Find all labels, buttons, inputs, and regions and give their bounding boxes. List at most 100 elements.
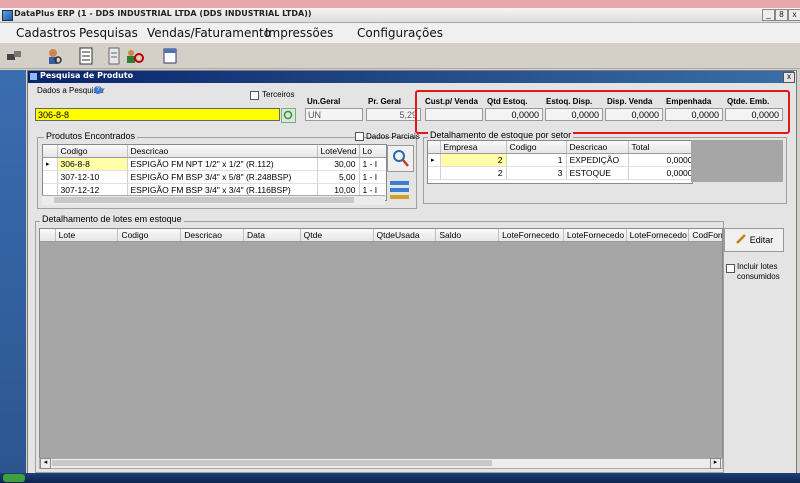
pr-geral-label: Pr. Geral [368, 97, 401, 106]
col-descricao[interactable]: Descricao [127, 145, 318, 158]
cell-lo[interactable]: 1 - I [359, 170, 386, 184]
dados-parciais-label: Dados Parciais [366, 132, 420, 141]
menu-cadastros[interactable]: Cadastros [16, 26, 76, 40]
search-go-icon[interactable] [281, 108, 296, 123]
minimize-button[interactable]: _ [762, 9, 775, 21]
cell-descricao[interactable]: ESTOQUE [566, 166, 629, 180]
person-search-icon[interactable] [44, 47, 64, 65]
close-app-button[interactable]: x [788, 9, 800, 21]
row-indicator [428, 166, 441, 180]
list-view-icon[interactable] [387, 178, 412, 203]
incluir-lotes-checkbox[interactable] [726, 264, 735, 273]
dialog-titlebar: Pesquisa de Produto [28, 71, 794, 83]
produtos-hscrollbar[interactable] [42, 195, 385, 205]
estoque-setor-grid[interactable]: Empresa Codigo Descricao Total ▸ 2 1 EXP… [427, 140, 693, 184]
cell-empresa[interactable]: 2 [440, 166, 507, 180]
table-row[interactable]: 307-12-10 ESPIGÃO FM BSP 3/4" x 5/8" (R.… [43, 170, 386, 184]
dialog-title: Pesquisa de Produto [40, 71, 134, 80]
hscroll-thumb[interactable] [54, 197, 354, 203]
scroll-left-button[interactable]: ◂ [40, 458, 51, 469]
un-geral-field: UN [305, 108, 363, 121]
estoque-setor-empty-area [691, 140, 783, 182]
hscroll-thumb[interactable] [52, 460, 492, 466]
row-indicator [43, 170, 58, 184]
cell-codigo[interactable]: 307-12-10 [57, 170, 128, 184]
col-lotefornecedor-2[interactable]: LoteFornecedo [563, 229, 627, 242]
document-list-icon[interactable] [76, 47, 96, 65]
row-indicator: ▸ [428, 153, 441, 167]
col-lo[interactable]: Lo [359, 145, 386, 158]
cell-lote[interactable]: 30,00 [317, 157, 360, 171]
col-qtdeusada[interactable]: QtdeUsada [373, 229, 437, 242]
pencil-icon [735, 233, 747, 248]
cell-empresa[interactable]: 2 [440, 153, 507, 167]
col-codfornecedor[interactable]: CodForne [688, 229, 722, 242]
grid-indicator-header [43, 145, 58, 158]
cell-codigo[interactable]: 306-8-8 [57, 157, 128, 171]
col-codigo[interactable]: Codigo [506, 141, 567, 154]
editar-label: Editar [749, 235, 774, 245]
col-lotefornecedor-1[interactable]: LoteFornecedo [498, 229, 564, 242]
dialog-icon [30, 73, 37, 80]
dialog-close-button[interactable]: x [783, 72, 795, 83]
col-total[interactable]: Total [628, 141, 692, 154]
produtos-title: Produtos Encontrados [44, 131, 138, 141]
col-lotefornecedor-3[interactable]: LoteFornecedo [626, 229, 690, 242]
cell-lo[interactable]: 1 - I [359, 157, 386, 171]
search-button[interactable] [387, 145, 414, 172]
scroll-right-button[interactable]: ▸ [710, 458, 721, 469]
start-button[interactable] [3, 474, 25, 482]
col-qtde[interactable]: Qtde [300, 229, 374, 242]
people-search-icon[interactable] [125, 47, 145, 65]
taskbar [0, 473, 800, 483]
highlight-outline [415, 90, 790, 134]
menu-vendas-faturamento[interactable]: Vendas/Faturamento [147, 26, 271, 40]
col-descricao[interactable]: Descricao [566, 141, 629, 154]
lotes-grid[interactable]: Lote Codigo Descricao Data Qtde QtdeUsad… [39, 228, 723, 461]
col-empresa[interactable]: Empresa [440, 141, 507, 154]
col-saldo[interactable]: Saldo [435, 229, 500, 242]
dados-parciais-checkbox[interactable] [355, 132, 364, 141]
desktop-background [0, 70, 26, 473]
cell-codigo[interactable]: 3 [506, 166, 567, 180]
help-icon[interactable]: ? [94, 86, 102, 94]
cell-descricao[interactable]: EXPEDIÇÃO [566, 153, 629, 167]
search-input[interactable]: 306-8-8 [35, 108, 280, 121]
col-lotevend[interactable]: LoteVend [317, 145, 360, 158]
un-geral-label: Un.Geral [307, 97, 341, 106]
cell-descricao[interactable]: ESPIGÃO FM BSP 3/4" x 5/8" (R.248BSP) [127, 170, 318, 184]
cell-codigo[interactable]: 1 [506, 153, 567, 167]
col-lote[interactable]: Lote [55, 229, 119, 242]
table-row[interactable]: ▸ 306-8-8 ESPIGÃO FM NPT 1/2" x 1/2" (R.… [43, 157, 386, 171]
app-titlebar: DataPlus ERP (1 - DDS INDUSTRIAL LTDA (D… [0, 8, 800, 23]
link-icon[interactable] [4, 47, 24, 65]
grid-indicator-header [40, 229, 56, 242]
produtos-grid[interactable]: Codigo Descricao LoteVend Lo ▸ 306-8-8 E… [42, 144, 387, 201]
table-row[interactable]: 2 3 ESTOQUE 0,0000 [428, 166, 692, 180]
menu-impressoes[interactable]: Impressões [265, 26, 333, 40]
lotes-hscrollbar[interactable]: ◂ ▸ [39, 458, 723, 469]
grid-indicator-header [428, 141, 441, 154]
col-codigo[interactable]: Codigo [57, 145, 128, 158]
cell-descricao[interactable]: ESPIGÃO FM NPT 1/2" x 1/2" (R.112) [127, 157, 318, 171]
terceiros-checkbox[interactable] [250, 91, 259, 100]
editar-button[interactable]: Editar [724, 228, 784, 252]
col-descricao[interactable]: Descricao [180, 229, 244, 242]
cell-total[interactable]: 0,0000 [628, 166, 692, 180]
col-codigo[interactable]: Codigo [117, 229, 182, 242]
incluir-lotes-label: Incluir lotes consumidos [737, 262, 780, 281]
lotes-title: Detalhamento de lotes em estoque [40, 214, 184, 224]
col-data[interactable]: Data [243, 229, 301, 242]
pr-geral-field: 5,29 [366, 108, 421, 121]
menu-configuracoes[interactable]: Configurações [357, 26, 443, 40]
row-indicator: ▸ [43, 157, 58, 171]
table-row[interactable]: ▸ 2 1 EXPEDIÇÃO 0,0000 [428, 153, 692, 167]
calendar-icon[interactable] [160, 47, 180, 65]
notepad-icon[interactable] [104, 47, 124, 65]
cell-lote[interactable]: 5,00 [317, 170, 360, 184]
cell-total[interactable]: 0,0000 [628, 153, 692, 167]
estoque-setor-title: Detalhamento de estoque por setor [428, 130, 574, 140]
menu-pesquisas[interactable]: Pesquisas [79, 26, 138, 40]
app-icon [2, 10, 13, 21]
maximize-button[interactable]: 8 [775, 9, 788, 21]
